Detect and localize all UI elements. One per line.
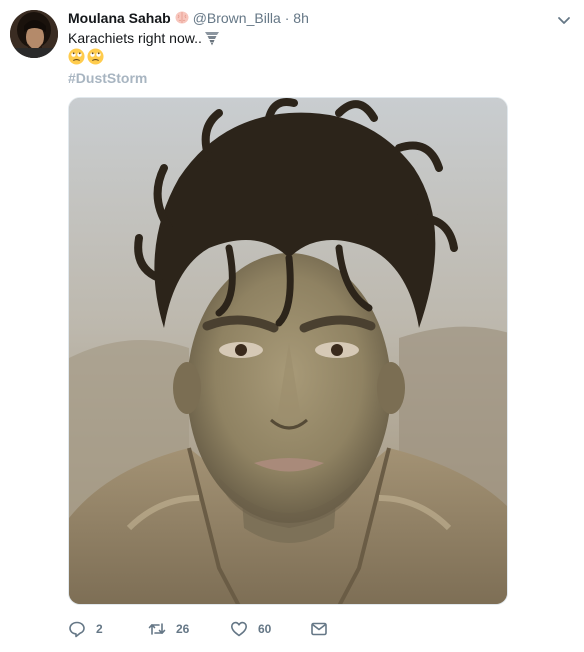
timestamp[interactable]: 8h — [293, 10, 309, 26]
display-name[interactable]: Moulana Sahab — [68, 10, 171, 26]
user-handle[interactable]: @Brown_Billa — [193, 10, 281, 26]
rolling-eyes-emoji-icon — [68, 48, 85, 65]
reply-icon — [69, 621, 85, 638]
chevron-down-icon[interactable] — [556, 12, 572, 28]
reply-button[interactable]: 2 — [68, 619, 103, 639]
separator-dot: · — [284, 10, 290, 26]
tweet-text: Karachiets right now.. — [68, 29, 220, 48]
hashtag-link[interactable]: #DustStorm — [68, 69, 147, 87]
like-button[interactable]: 60 — [230, 619, 271, 639]
tornado-emoji-icon — [204, 32, 219, 46]
envelope-icon — [311, 622, 327, 636]
avatar-image — [10, 10, 58, 58]
emoji-row — [68, 48, 106, 66]
like-count: 60 — [258, 622, 272, 636]
tweet-text-content: Karachiets right now.. — [68, 30, 202, 46]
reply-count: 2 — [96, 622, 103, 636]
heart-icon — [231, 621, 247, 637]
tweet-media-photo[interactable] — [68, 97, 508, 605]
avatar[interactable] — [10, 10, 58, 58]
photo-of-dust-covered-man-icon — [69, 98, 507, 604]
brain-emoji-icon — [175, 11, 189, 24]
rolling-eyes-emoji-icon — [87, 48, 104, 65]
tweet[interactable]: Moulana Sahab @Brown_Billa · 8h Karachie… — [0, 0, 584, 652]
retweet-icon — [148, 623, 166, 635]
tweet-header: Moulana Sahab @Brown_Billa · 8h — [68, 9, 309, 27]
direct-message-button[interactable] — [310, 619, 328, 639]
retweet-count: 26 — [176, 622, 190, 636]
retweet-button[interactable]: 26 — [148, 619, 189, 639]
